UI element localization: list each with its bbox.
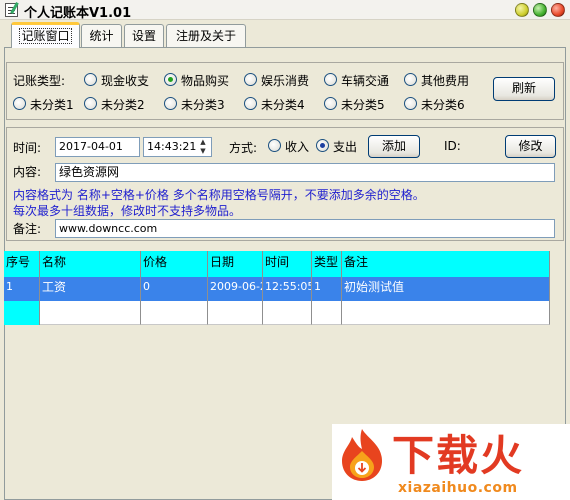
date-picker[interactable]: 2017-04-01: [55, 137, 140, 157]
add-button[interactable]: 添加: [368, 135, 420, 158]
cell-date[interactable]: 2009-06-26: [208, 277, 263, 301]
column-header[interactable]: 时间: [263, 251, 312, 277]
radio-transport[interactable]: [324, 73, 337, 86]
radio-purchase[interactable]: [164, 73, 177, 86]
cell-time[interactable]: 12:55:05: [263, 277, 312, 301]
watermark-url: xiazaihuo.com: [398, 480, 518, 496]
radio-uncat-6[interactable]: [404, 97, 417, 110]
spin-down-icon[interactable]: ▼: [196, 147, 210, 156]
format-hint-line1: 内容格式为 名称+空格+价格 多个名称用空格号隔开，不要添加多余的空格。: [13, 188, 425, 202]
mode-label: 方式:: [229, 141, 258, 155]
close-button[interactable]: [551, 3, 565, 17]
radio-income-label[interactable]: 收入: [285, 138, 309, 155]
empty-cell[interactable]: [342, 301, 550, 325]
cell-type[interactable]: 1: [312, 277, 342, 301]
table-row-empty[interactable]: [4, 301, 550, 326]
radio-cash[interactable]: [84, 73, 97, 86]
note-label: 备注:: [13, 222, 42, 236]
refresh-button[interactable]: 刷新: [493, 77, 555, 101]
radio-other-label[interactable]: 其他费用: [421, 72, 469, 89]
new-row-marker[interactable]: [4, 301, 40, 325]
radio-expense-label[interactable]: 支出: [333, 138, 357, 155]
radio-other[interactable]: [404, 73, 417, 86]
id-label: ID:: [444, 139, 461, 153]
column-header[interactable]: 备注: [342, 251, 550, 277]
radio-uncat-5-label[interactable]: 未分类5: [341, 96, 385, 113]
column-header[interactable]: 类型: [312, 251, 342, 277]
spin-up-icon[interactable]: ▲: [196, 138, 210, 147]
cell-index[interactable]: 1: [4, 277, 40, 301]
time-label: 时间:: [13, 141, 42, 155]
watermark-text: 下载火: [392, 431, 525, 480]
note-input[interactable]: www.downcc.com: [55, 219, 555, 238]
empty-cell[interactable]: [40, 301, 141, 325]
radio-uncat-4-label[interactable]: 未分类4: [261, 96, 305, 113]
tab-statistics[interactable]: 统计: [81, 24, 122, 47]
column-header[interactable]: 日期: [208, 251, 263, 277]
radio-uncat-3[interactable]: [164, 97, 177, 110]
window-title: 个人记账本V1.01: [24, 6, 132, 21]
radio-uncat-1[interactable]: [13, 97, 26, 110]
radio-income[interactable]: [268, 139, 281, 152]
date-value: 2017-04-01: [59, 140, 123, 153]
flame-logo-icon: [342, 429, 382, 481]
tab-register-about[interactable]: 注册及关于: [166, 24, 246, 47]
content-input[interactable]: 绿色资源网: [55, 163, 555, 182]
notebook-icon: [5, 3, 18, 17]
empty-cell[interactable]: [312, 301, 342, 325]
content-label: 内容:: [13, 165, 42, 179]
cell-price[interactable]: 0: [141, 277, 208, 301]
empty-cell[interactable]: [208, 301, 263, 325]
minimize-button[interactable]: [515, 3, 529, 17]
cell-name[interactable]: 工资: [40, 277, 141, 301]
time-spinner[interactable]: 14:43:21 ▲ ▼: [143, 137, 212, 157]
title-bar[interactable]: 个人记账本V1.01: [0, 0, 570, 21]
cell-note[interactable]: 初始测试值: [342, 277, 550, 301]
maximize-button[interactable]: [533, 3, 547, 17]
edit-button[interactable]: 修改: [505, 135, 556, 158]
column-header[interactable]: 序号: [4, 251, 40, 277]
radio-uncat-5[interactable]: [324, 97, 337, 110]
column-header[interactable]: 名称: [40, 251, 141, 277]
tab-ledger[interactable]: 记账窗口: [11, 22, 80, 48]
radio-purchase-label[interactable]: 物品购买: [181, 72, 229, 89]
empty-cell[interactable]: [263, 301, 312, 325]
radio-uncat-4[interactable]: [244, 97, 257, 110]
radio-uncat-3-label[interactable]: 未分类3: [181, 96, 225, 113]
watermark: 下载火 xiazaihuo.com: [332, 424, 570, 500]
format-hint-line2: 每次最多十组数据，修改时不支持多物品。: [13, 204, 242, 218]
radio-expense[interactable]: [316, 139, 329, 152]
column-header[interactable]: 价格: [141, 251, 208, 277]
time-value: 14:43:21: [147, 140, 197, 153]
radio-cash-label[interactable]: 现金收支: [101, 72, 149, 89]
category-label: 记账类型:: [13, 74, 66, 88]
tab-settings[interactable]: 设置: [124, 24, 164, 47]
radio-uncat-2[interactable]: [84, 97, 97, 110]
radio-transport-label[interactable]: 车辆交通: [341, 72, 389, 89]
radio-entertainment-label[interactable]: 娱乐消费: [261, 72, 309, 89]
radio-uncat-6-label[interactable]: 未分类6: [421, 96, 465, 113]
table-row[interactable]: 1 工资 0 2009-06-26 12:55:05 1 初始测试值: [4, 277, 550, 301]
empty-cell[interactable]: [141, 301, 208, 325]
radio-entertainment[interactable]: [244, 73, 257, 86]
radio-uncat-2-label[interactable]: 未分类2: [101, 96, 145, 113]
radio-uncat-1-label[interactable]: 未分类1: [30, 96, 74, 113]
